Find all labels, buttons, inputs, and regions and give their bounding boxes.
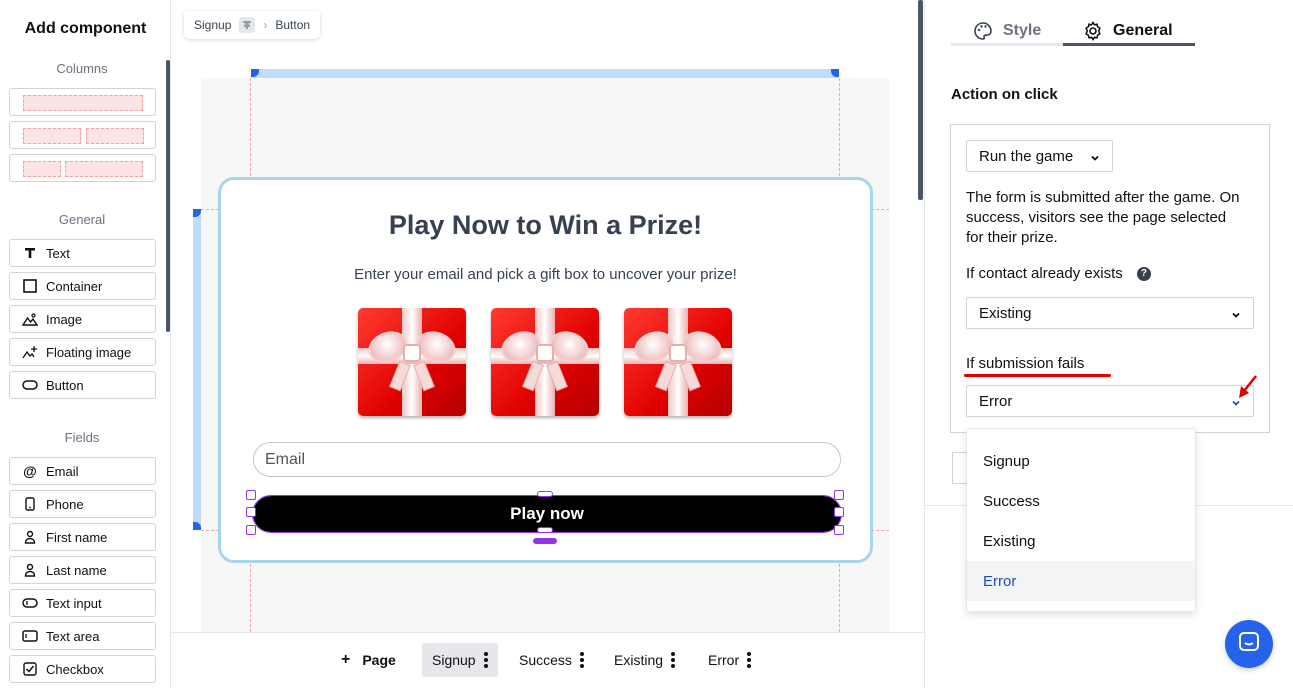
add-page-button[interactable]: + Page xyxy=(331,643,406,677)
signup-card[interactable]: Play Now to Win a Prize! Enter your emai… xyxy=(218,177,873,563)
resize-handle-top[interactable] xyxy=(537,491,553,497)
sidebar-scrollbar[interactable] xyxy=(166,60,170,332)
column-layout-3[interactable] xyxy=(9,154,156,182)
component-button[interactable]: Button xyxy=(9,371,156,399)
action-select[interactable]: Run the game xyxy=(966,140,1113,172)
text-input-icon xyxy=(22,595,38,611)
breadcrumb: Signup › Button xyxy=(184,11,321,39)
help-icon[interactable]: ? xyxy=(1136,267,1151,282)
layers-icon xyxy=(239,17,256,33)
chevron-down-icon xyxy=(1231,307,1241,324)
more-vertical-icon[interactable] xyxy=(747,652,752,668)
dropdown-option-error[interactable]: Error xyxy=(967,561,1195,601)
submission-fails-select[interactable]: Error xyxy=(966,385,1254,417)
canvas-scrollbar[interactable] xyxy=(918,0,923,200)
field-email[interactable]: @ Email xyxy=(9,457,156,485)
resize-handle-bottom[interactable] xyxy=(537,527,553,533)
annotation-underline xyxy=(964,374,1111,377)
page-tabs-bar: + Page Signup Success Existing Error xyxy=(171,632,924,688)
submission-fails-label: If submission fails xyxy=(966,355,1085,372)
person-icon xyxy=(22,529,38,545)
resize-handle-l[interactable] xyxy=(246,507,256,517)
section-general-label: General xyxy=(58,212,106,227)
gift-box-2[interactable] xyxy=(491,308,599,416)
resize-handle-br[interactable] xyxy=(834,525,844,535)
page-tab-signup[interactable]: Signup xyxy=(422,643,498,677)
chevron-down-icon xyxy=(1090,150,1100,167)
resize-handle-bl[interactable] xyxy=(246,525,256,535)
plus-icon: + xyxy=(341,651,351,668)
column-layout-1[interactable] xyxy=(9,88,156,116)
sidebar-title: Add component xyxy=(24,20,147,37)
chat-launcher-button[interactable] xyxy=(1225,620,1273,668)
section-left-highlight xyxy=(193,209,201,530)
person-icon xyxy=(22,562,38,578)
breadcrumb-page[interactable]: Signup xyxy=(194,18,231,32)
component-container[interactable]: Container xyxy=(9,272,156,300)
field-first-name[interactable]: First name xyxy=(9,523,156,551)
gift-box-1[interactable] xyxy=(358,308,466,416)
page-title[interactable]: Play Now to Win a Prize! xyxy=(221,210,870,241)
email-input[interactable]: Email xyxy=(253,442,841,477)
drag-handle[interactable] xyxy=(533,538,557,544)
breadcrumb-element: Button xyxy=(275,18,311,32)
field-checkbox[interactable]: Checkbox xyxy=(9,655,156,683)
text-area-icon xyxy=(22,628,38,644)
gift-box-3[interactable] xyxy=(624,308,732,416)
page-subtitle[interactable]: Enter your email and pick a gift box to … xyxy=(221,266,870,283)
image-icon xyxy=(22,311,38,327)
component-sidebar: Add component Columns General Text Conta… xyxy=(0,0,171,688)
resize-handle-r[interactable] xyxy=(834,507,844,517)
annotation-arrow-icon xyxy=(1239,375,1257,398)
dropdown-option-signup[interactable]: Signup xyxy=(967,441,1195,481)
field-text-area[interactable]: Text area xyxy=(9,622,156,650)
container-icon xyxy=(22,278,38,294)
field-phone[interactable]: Phone xyxy=(9,490,156,518)
palette-icon xyxy=(973,21,993,41)
dropdown-option-success[interactable]: Success xyxy=(967,481,1195,521)
section-columns-label: Columns xyxy=(56,61,108,76)
field-last-name[interactable]: Last name xyxy=(9,556,156,584)
more-vertical-icon[interactable] xyxy=(579,652,584,668)
at-icon: @ xyxy=(23,463,37,479)
more-vertical-icon[interactable] xyxy=(483,652,488,668)
page-tab-error[interactable]: Error xyxy=(698,643,761,677)
page-tab-existing[interactable]: Existing xyxy=(604,643,685,677)
tab-style[interactable]: Style xyxy=(973,17,1041,45)
resize-handle-tl[interactable] xyxy=(246,490,256,500)
phone-icon xyxy=(22,496,38,512)
tab-general[interactable]: General xyxy=(1083,17,1173,45)
column-layout-2[interactable] xyxy=(9,121,156,149)
component-image[interactable]: Image xyxy=(9,305,156,333)
text-icon xyxy=(22,245,38,261)
gear-icon xyxy=(1083,21,1103,41)
section-top-highlight xyxy=(251,69,839,78)
section-title: Action on click xyxy=(951,86,1058,103)
chat-icon xyxy=(1238,631,1260,658)
component-floating-image[interactable]: Floating image xyxy=(9,338,156,366)
field-text-input[interactable]: Text input xyxy=(9,589,156,617)
section-fields-label: Fields xyxy=(64,430,100,445)
chevron-right-icon: › xyxy=(263,18,268,32)
checkbox-icon xyxy=(22,661,38,677)
contact-exists-label: If contact already exists ? xyxy=(966,264,1151,284)
submission-fails-dropdown: Signup Success Existing Error xyxy=(966,428,1196,612)
contact-exists-select[interactable]: Existing xyxy=(966,297,1254,329)
email-placeholder: Email xyxy=(265,450,306,468)
resize-handle-tr[interactable] xyxy=(834,490,844,500)
more-vertical-icon[interactable] xyxy=(671,652,676,668)
action-description: The form is submitted after the game. On… xyxy=(966,189,1240,246)
button-icon xyxy=(22,377,38,393)
component-text[interactable]: Text xyxy=(9,239,156,267)
floating-image-icon xyxy=(22,344,38,360)
dropdown-option-existing[interactable]: Existing xyxy=(967,521,1195,561)
page-tab-success[interactable]: Success xyxy=(509,643,594,677)
